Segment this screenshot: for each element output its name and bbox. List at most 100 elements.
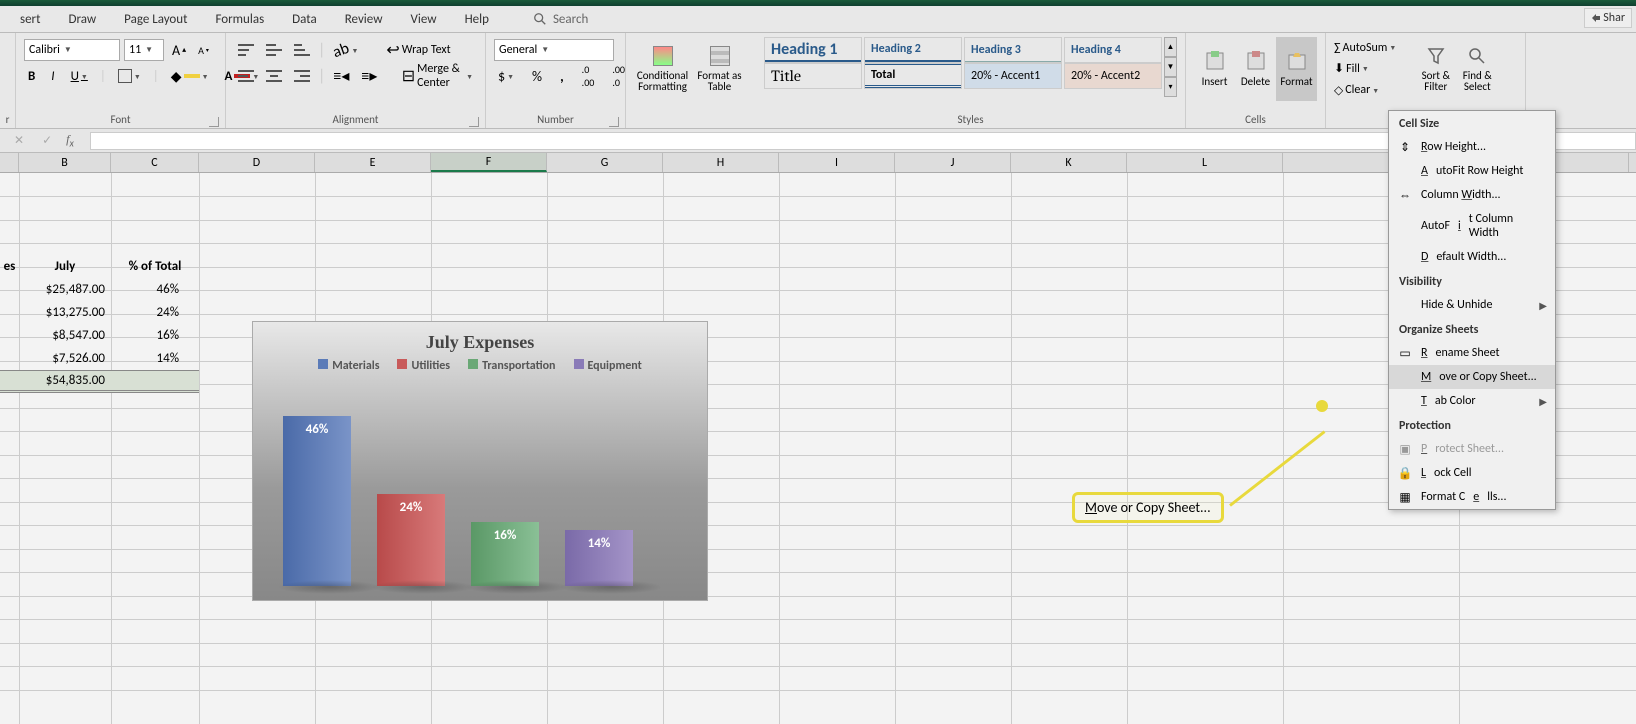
menu-tab-color[interactable]: Tab Color▶ (1389, 389, 1555, 413)
conditional-formatting-button[interactable]: Conditional Formatting (634, 37, 691, 101)
format-as-table-button[interactable]: Format as Table (691, 37, 748, 101)
style-heading4[interactable]: Heading 4 (1064, 37, 1162, 63)
tab-page-layout[interactable]: Page Layout (110, 6, 201, 32)
align-top-button[interactable] (234, 41, 258, 59)
dialog-launcher-icon[interactable] (469, 117, 479, 127)
align-middle-button[interactable] (262, 41, 286, 59)
align-center-button[interactable] (262, 67, 286, 85)
cell[interactable]: 16% (111, 324, 199, 347)
bold-button[interactable]: B (24, 67, 39, 86)
cell[interactable]: 46% (111, 278, 199, 301)
cancel-icon[interactable]: ✕ (10, 131, 28, 150)
group-clipboard-label: r (0, 111, 15, 128)
fill-color-button[interactable]: ◆▼ (167, 66, 213, 87)
find-select-button[interactable]: Find & Select (1457, 37, 1498, 101)
chevron-down-icon: ▼ (541, 45, 549, 55)
borders-button[interactable]: ▼ (114, 67, 145, 85)
insert-cells-button[interactable]: Insert (1194, 37, 1235, 101)
style-heading1[interactable]: Heading 1 (764, 37, 862, 63)
increase-indent-button[interactable]: ≡▸ (357, 64, 381, 88)
indent-icon: ≡▸ (361, 66, 377, 86)
delete-cells-button[interactable]: Delete (1235, 37, 1276, 101)
cell[interactable]: $13,275.00 (19, 301, 111, 324)
style-title[interactable]: Title (764, 63, 862, 89)
cell[interactable]: 14% (111, 347, 199, 370)
menu-autofit-col[interactable]: AutoFit Column Width (1389, 207, 1555, 245)
menu-protect-sheet[interactable]: ▣Protect Sheet... (1389, 437, 1555, 461)
sort-filter-button[interactable]: Sort & Filter (1415, 37, 1456, 101)
menu-section-organize: Organize Sheets (1389, 317, 1555, 341)
format-cells-icon: ▦ (1397, 489, 1413, 505)
tab-draw[interactable]: Draw (54, 6, 110, 32)
orientation-button[interactable]: ab▼ (329, 39, 362, 62)
menu-default-width[interactable]: Default Width... (1389, 245, 1555, 269)
embedded-chart[interactable]: July Expenses Materials Utilities Transp… (252, 321, 708, 601)
tab-formulas[interactable]: Formulas (201, 6, 278, 32)
enter-icon[interactable]: ✓ (38, 131, 56, 150)
style-heading2[interactable]: Heading 2 (864, 37, 962, 63)
font-size-combo[interactable]: 11▼ (124, 39, 164, 61)
dialog-launcher-icon[interactable] (609, 117, 619, 127)
row-height-icon: ⇕ (1397, 139, 1413, 155)
cell[interactable]: $25,487.00 (19, 278, 111, 301)
tab-review[interactable]: Review (331, 6, 397, 32)
share-button[interactable]: Shar (1584, 8, 1632, 28)
tab-data[interactable]: Data (278, 6, 331, 32)
number-format-combo[interactable]: General▼ (494, 39, 614, 61)
font-name-combo[interactable]: Calibri▼ (24, 39, 120, 61)
find-icon (1467, 46, 1487, 66)
menu-move-copy-sheet[interactable]: Move or Copy Sheet... (1389, 365, 1555, 389)
wrap-text-button[interactable]: ↩ Wrap Text (382, 38, 454, 62)
decrease-font-size-button[interactable]: A▾ (194, 42, 213, 59)
comma-button[interactable]: , (556, 66, 568, 87)
tell-me-search[interactable]: Search (533, 12, 588, 27)
fill-button[interactable]: ⬇Fill ▼ (1334, 59, 1415, 79)
fill-down-icon: ⬇ (1334, 61, 1344, 76)
fx-icon[interactable]: fx (66, 132, 74, 149)
style-accent1[interactable]: 20% - Accent1 (964, 63, 1062, 89)
menu-format-cells[interactable]: ▦Format Cells... (1389, 485, 1555, 509)
style-accent2[interactable]: 20% - Accent2 (1064, 63, 1162, 89)
menu-rename-sheet[interactable]: ▭Rename Sheet (1389, 341, 1555, 365)
increase-font-size-button[interactable]: A▴ (168, 40, 190, 61)
format-cells-button[interactable]: Format (1276, 37, 1317, 101)
cell-total[interactable]: $54,835.00 (0, 370, 199, 393)
decrease-indent-button[interactable]: ≡◂ (329, 64, 353, 88)
gallery-up-button[interactable]: ▲ (1164, 37, 1177, 57)
align-center-icon (266, 69, 282, 83)
chevron-down-icon: ▼ (64, 45, 72, 55)
tab-help[interactable]: Help (451, 6, 503, 32)
cell[interactable]: $7,526.00 (19, 347, 111, 370)
increase-decimal-button[interactable]: .0.00 (578, 61, 599, 91)
italic-button[interactable]: I (47, 67, 58, 86)
table-icon (710, 46, 730, 66)
menu-autofit-row[interactable]: AutoFit Row Height (1389, 159, 1555, 183)
group-font-label: Font (24, 111, 217, 128)
cell[interactable]: 24% (111, 301, 199, 324)
accounting-format-button[interactable]: $ ▼ (494, 66, 518, 87)
dialog-launcher-icon[interactable] (209, 117, 219, 127)
cell[interactable]: $8,547.00 (19, 324, 111, 347)
align-bottom-button[interactable] (290, 41, 314, 59)
delete-icon (1246, 51, 1266, 71)
percent-button[interactable]: % (528, 66, 546, 87)
wrap-icon: ↩ (386, 40, 399, 60)
align-right-button[interactable] (290, 67, 314, 85)
underline-button[interactable]: U▼ (67, 67, 92, 86)
style-total[interactable]: Total (864, 63, 962, 89)
align-left-button[interactable] (234, 67, 258, 85)
gallery-more-button[interactable]: ▾ (1164, 77, 1177, 97)
eraser-icon: ◇ (1334, 83, 1343, 98)
menu-row-height[interactable]: ⇕Row Height... (1389, 135, 1555, 159)
tab-insert[interactable]: sert (6, 6, 54, 32)
menu-hide-unhide[interactable]: Hide & Unhide▶ (1389, 293, 1555, 317)
autosum-button[interactable]: ∑AutoSum ▼ (1334, 38, 1415, 58)
menu-lock-cell[interactable]: 🔒Lock Cell (1389, 461, 1555, 485)
cell-styles-gallery[interactable]: Heading 1 Heading 2 Heading 3 Heading 4 … (764, 37, 1177, 97)
style-heading3[interactable]: Heading 3 (964, 37, 1062, 63)
menu-column-width[interactable]: ⇔Column Width... (1389, 183, 1555, 207)
merge-center-button[interactable]: ⊟ Merge & Center ▼ (398, 60, 477, 92)
clear-button[interactable]: ◇Clear ▼ (1334, 80, 1415, 100)
tab-view[interactable]: View (397, 6, 451, 32)
gallery-down-button[interactable]: ▼ (1164, 57, 1177, 77)
